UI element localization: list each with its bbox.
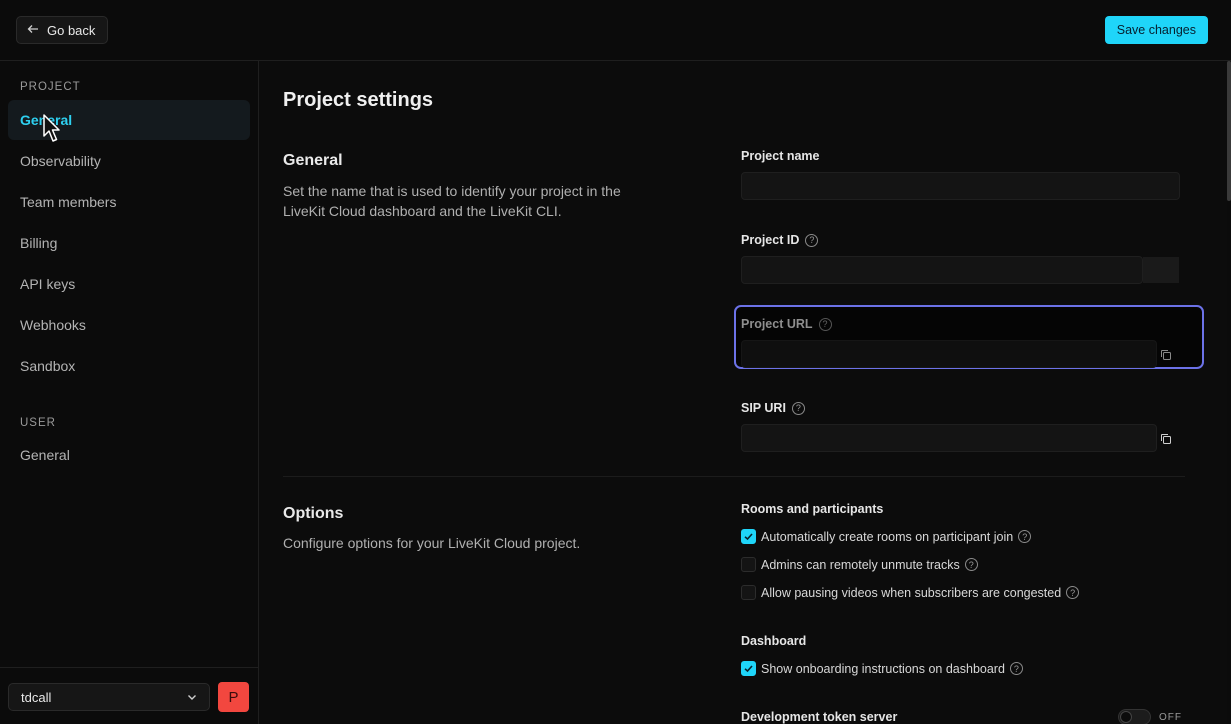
project-name-label-text: Project name [741,149,820,163]
project-selector-value: tdcall [21,689,52,705]
sidebar-item-team-members[interactable]: Team members [8,182,250,222]
general-section-title: General [283,152,343,169]
checkbox-unchecked[interactable] [741,557,756,572]
main-content: Project settings General Set the name th… [259,61,1227,724]
help-icon[interactable]: ? [805,233,819,247]
sidebar: PROJECT General Observability Team membe… [0,61,259,724]
general-section-description: Set the name that is used to identify yo… [283,183,621,219]
checkmark-icon [744,665,753,673]
section-divider [283,476,1185,477]
project-id-label-text: Project ID [741,233,800,247]
help-icon[interactable]: ? [1018,530,1032,543]
go-back-label: Go back [47,22,96,38]
sidebar-item-billing[interactable]: Billing [8,223,250,263]
pause-videos-option[interactable]: Allow pausing videos when subscribers ar… [741,585,1080,600]
toggle-knob [1120,711,1132,723]
rooms-group-label: Rooms and participants [741,502,884,516]
avatar[interactable]: P [218,682,249,712]
page-title: Project settings [283,89,434,111]
options-section-description: Configure options for your LiveKit Cloud… [283,535,581,551]
project-name-label: Project name [741,149,820,163]
project-url-field[interactable] [741,340,1157,368]
help-icon[interactable]: ? [1066,586,1080,599]
sidebar-item-user-general[interactable]: General [8,435,250,475]
mouse-cursor-icon [43,114,60,142]
scrollbar-thumb[interactable] [1227,61,1231,201]
save-changes-button[interactable]: Save changes [1104,16,1208,44]
sidebar-item-sandbox[interactable]: Sandbox [8,346,250,386]
auto-create-rooms-option[interactable]: Automatically create rooms on participan… [741,529,1032,544]
project-name-input[interactable] [741,172,1180,200]
scrollbar[interactable] [1227,61,1231,724]
option-label: Show onboarding instructions on dashboar… [761,661,1005,676]
remote-unmute-option[interactable]: Admins can remotely unmute tracks ? [741,557,978,572]
checkbox-checked[interactable] [741,529,756,544]
help-icon[interactable]: ? [791,401,805,415]
sidebar-item-api-keys[interactable]: API keys [8,264,250,304]
toggle-state-label: OFF [1159,712,1182,723]
dashboard-group-label: Dashboard [741,634,807,648]
dev-token-server-toggle[interactable] [1118,709,1151,724]
dev-token-server-label: Development token server [741,710,898,724]
sip-uri-label-text: SIP URI [741,401,786,415]
checkmark-icon [744,533,753,541]
sip-uri-label: SIP URI ? [741,401,805,415]
project-section-label: PROJECT [20,81,81,93]
checkbox-unchecked[interactable] [741,585,756,600]
copy-icon[interactable] [1160,433,1172,445]
option-label: Admins can remotely unmute tracks [761,557,960,572]
project-url-label: Project URL ? [741,317,832,331]
checkbox-checked[interactable] [741,661,756,676]
copy-icon[interactable] [1160,349,1172,361]
sidebar-footer: tdcall P [0,667,258,724]
option-label: Allow pausing videos when subscribers ar… [761,585,1062,600]
project-id-label: Project ID ? [741,233,819,247]
help-icon[interactable]: ? [964,558,978,571]
option-label: Automatically create rooms on participan… [761,529,1014,544]
sidebar-item-webhooks[interactable]: Webhooks [8,305,250,345]
arrow-left-icon [27,23,39,38]
go-back-button[interactable]: Go back [16,16,109,44]
chevron-down-icon [188,695,196,700]
help-icon[interactable]: ? [1009,662,1023,675]
top-bar: Go back Save changes [0,0,1231,61]
sidebar-item-observability[interactable]: Observability [8,141,250,181]
user-section-label: USER [20,417,56,429]
help-icon[interactable]: ? [818,317,832,331]
onboarding-instructions-option[interactable]: Show onboarding instructions on dashboar… [741,661,1023,676]
project-selector[interactable]: tdcall [8,683,210,711]
project-url-label-text: Project URL [741,317,813,331]
project-id-copy-area[interactable] [1143,257,1179,283]
project-id-field[interactable] [741,256,1143,284]
options-section-title: Options [283,505,344,522]
sip-uri-field[interactable] [741,424,1157,452]
